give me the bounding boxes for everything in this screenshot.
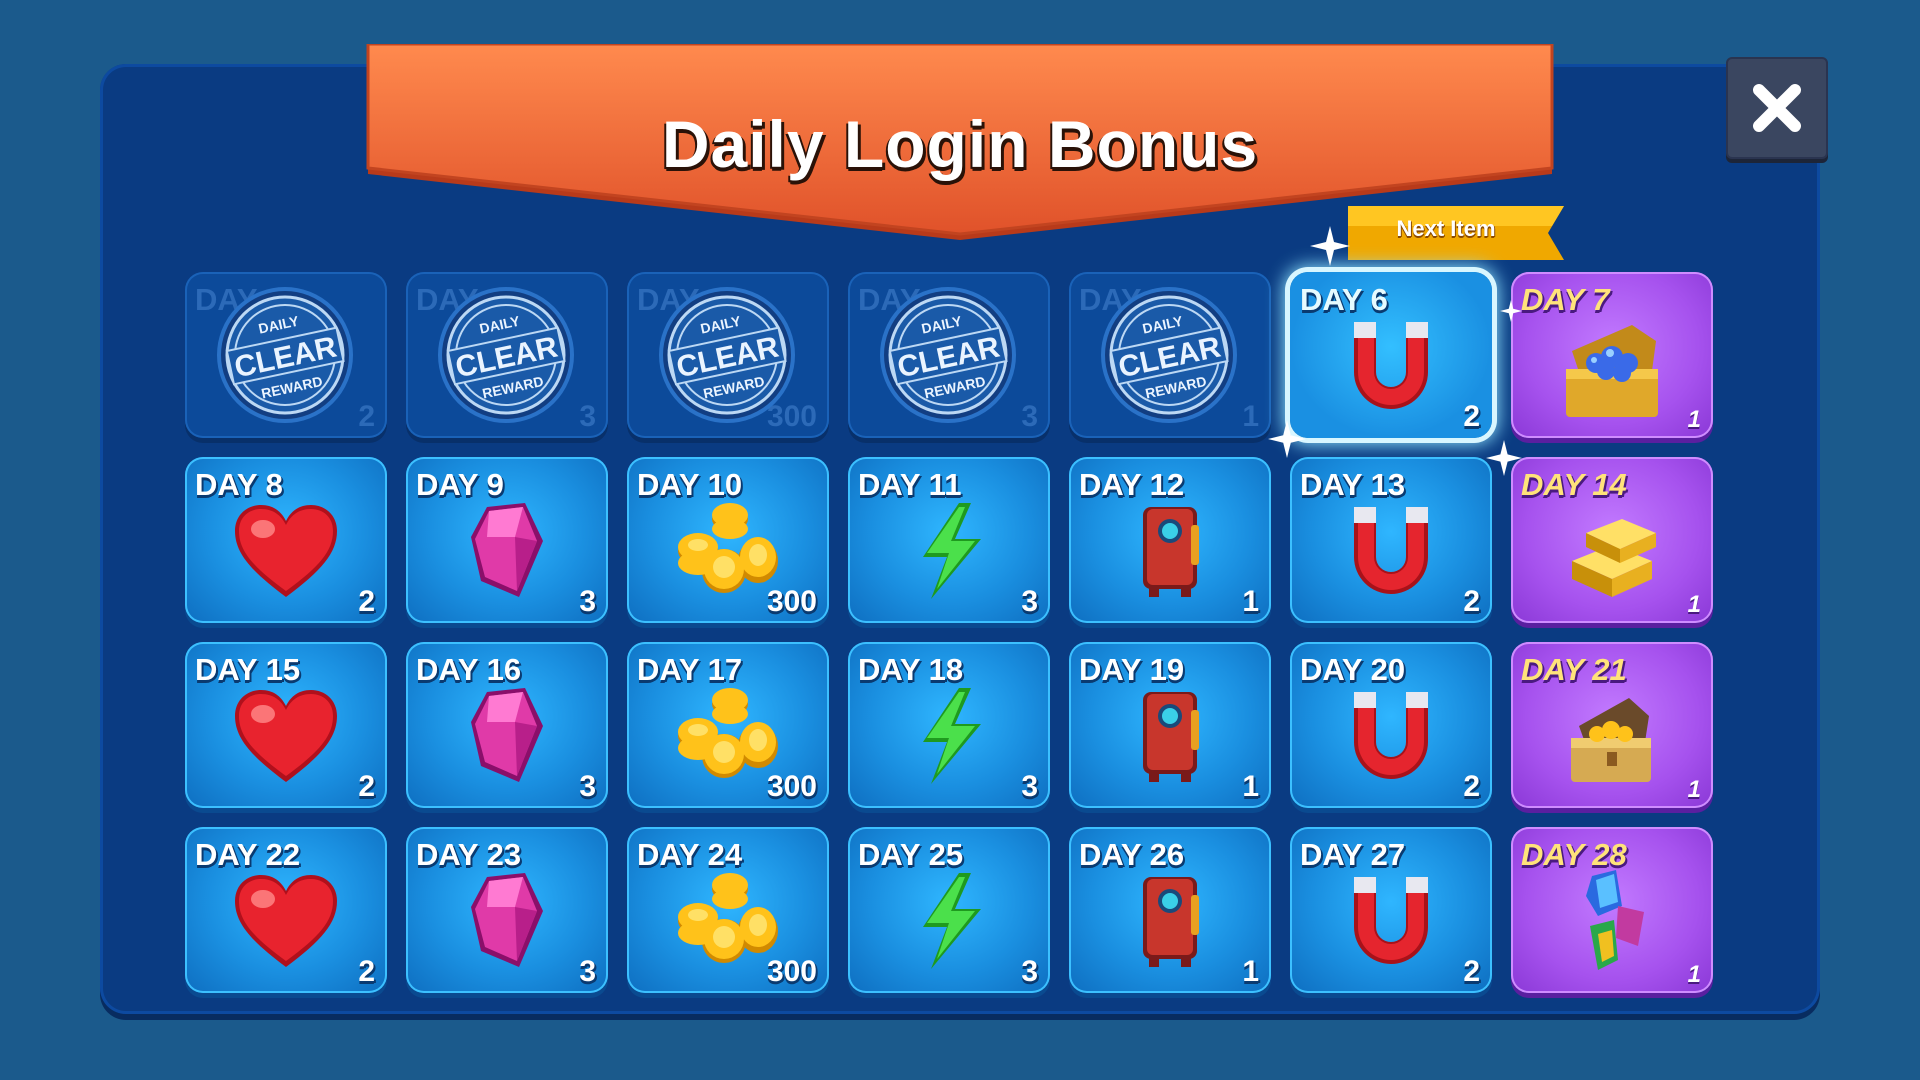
reward-quantity: 1 — [1242, 955, 1259, 988]
reward-cell-day-24[interactable]: DAY 24 300 — [627, 827, 829, 993]
gem-icon — [406, 642, 608, 808]
gold-chest-icon — [1511, 642, 1713, 808]
reward-cell-day-28[interactable]: DAY 28 1 — [1511, 827, 1713, 993]
reward-quantity: 2 — [358, 585, 375, 618]
reward-cell-day-9[interactable]: DAY 9 3 — [406, 457, 608, 623]
reward-quantity: 2 — [358, 400, 375, 433]
reward-quantity: 1 — [1687, 591, 1701, 618]
reward-cell-day-3[interactable]: DAY 3 300 CLEAR DAILY REWARD — [627, 272, 829, 438]
reward-quantity: 1 — [1687, 961, 1701, 988]
reward-grid: DAY 1 2 CLEAR DAILY REWARD DAY 2 3 CLEAR… — [185, 272, 1719, 993]
reward-quantity: 3 — [1021, 955, 1038, 988]
close-button[interactable] — [1726, 57, 1828, 159]
sparkle-icon — [1500, 300, 1522, 322]
booster-icon — [1069, 827, 1271, 993]
lightning-icon — [848, 827, 1050, 993]
reward-quantity: 3 — [1021, 770, 1038, 803]
reward-cell-day-21[interactable]: DAY 21 1 — [1511, 642, 1713, 808]
reward-quantity: 3 — [579, 955, 596, 988]
clear-reward-stamp: CLEAR DAILY REWARD — [438, 287, 574, 423]
reward-cell-day-23[interactable]: DAY 23 3 — [406, 827, 608, 993]
reward-cell-day-2[interactable]: DAY 2 3 CLEAR DAILY REWARD — [406, 272, 608, 438]
reward-quantity: 1 — [1687, 776, 1701, 803]
reward-cell-day-14[interactable]: DAY 14 1 — [1511, 457, 1713, 623]
gem-icon — [406, 827, 608, 993]
reward-quantity: 1 — [1687, 406, 1701, 433]
reward-quantity: 2 — [1463, 585, 1480, 618]
booster-icon — [1069, 642, 1271, 808]
gold-bars-icon — [1511, 457, 1713, 623]
sparkle-icon — [1486, 440, 1522, 476]
clear-reward-stamp: CLEAR DAILY REWARD — [880, 287, 1016, 423]
next-item-tag: Next Item — [1348, 206, 1564, 272]
reward-cell-day-25[interactable]: DAY 25 3 — [848, 827, 1050, 993]
reward-quantity: 3 — [1021, 585, 1038, 618]
crystals-icon — [1511, 827, 1713, 993]
reward-cell-day-22[interactable]: DAY 22 2 — [185, 827, 387, 993]
reward-cell-day-4[interactable]: DAY 4 3 CLEAR DAILY REWARD — [848, 272, 1050, 438]
reward-quantity: 2 — [358, 770, 375, 803]
reward-quantity: 1 — [1242, 400, 1259, 433]
reward-quantity: 2 — [1463, 770, 1480, 803]
heart-icon — [185, 827, 387, 993]
reward-cell-day-8[interactable]: DAY 8 2 — [185, 457, 387, 623]
reward-cell-day-18[interactable]: DAY 18 3 — [848, 642, 1050, 808]
reward-cell-day-17[interactable]: DAY 17 300 — [627, 642, 829, 808]
heart-icon — [185, 457, 387, 623]
reward-cell-day-1[interactable]: DAY 1 2 CLEAR DAILY REWARD — [185, 272, 387, 438]
close-icon — [1753, 84, 1801, 132]
reward-cell-day-15[interactable]: DAY 15 2 — [185, 642, 387, 808]
reward-quantity: 3 — [579, 400, 596, 433]
sparkle-icon — [1268, 420, 1306, 458]
lightning-icon — [848, 457, 1050, 623]
gem-icon — [406, 457, 608, 623]
reward-quantity: 3 — [579, 585, 596, 618]
magnet-icon — [1290, 272, 1492, 438]
gem-chest-icon — [1511, 272, 1713, 438]
reward-cell-day-20[interactable]: DAY 20 2 — [1290, 642, 1492, 808]
reward-quantity: 300 — [766, 770, 817, 803]
reward-cell-day-26[interactable]: DAY 26 1 — [1069, 827, 1271, 993]
magnet-icon — [1290, 827, 1492, 993]
reward-cell-day-16[interactable]: DAY 16 3 — [406, 642, 608, 808]
lightning-icon — [848, 642, 1050, 808]
page-title: Daily Login Bonus — [661, 107, 1259, 181]
reward-cell-day-27[interactable]: DAY 27 2 — [1290, 827, 1492, 993]
reward-quantity: 2 — [1463, 955, 1480, 988]
reward-quantity: 3 — [1021, 400, 1038, 433]
clear-reward-stamp: CLEAR DAILY REWARD — [659, 287, 795, 423]
magnet-icon — [1290, 642, 1492, 808]
reward-quantity: 2 — [358, 955, 375, 988]
reward-quantity: 2 — [1463, 400, 1480, 433]
heart-icon — [185, 642, 387, 808]
reward-quantity: 3 — [579, 770, 596, 803]
reward-quantity: 300 — [766, 585, 817, 618]
clear-reward-stamp: CLEAR DAILY REWARD — [1101, 287, 1237, 423]
next-item-label: Next Item — [1396, 216, 1496, 241]
reward-cell-day-5[interactable]: DAY 5 1 CLEAR DAILY REWARD — [1069, 272, 1271, 438]
reward-cell-day-6[interactable]: DAY 6 2 — [1290, 272, 1492, 438]
reward-cell-day-7[interactable]: DAY 7 1 — [1511, 272, 1713, 438]
reward-cell-day-13[interactable]: DAY 13 2 — [1290, 457, 1492, 623]
reward-quantity: 1 — [1242, 585, 1259, 618]
reward-cell-day-11[interactable]: DAY 11 3 — [848, 457, 1050, 623]
booster-icon — [1069, 457, 1271, 623]
magnet-icon — [1290, 457, 1492, 623]
reward-quantity: 1 — [1242, 770, 1259, 803]
reward-quantity: 300 — [766, 955, 817, 988]
reward-cell-day-12[interactable]: DAY 12 1 — [1069, 457, 1271, 623]
clear-reward-stamp: CLEAR DAILY REWARD — [217, 287, 353, 423]
sparkle-icon — [1310, 226, 1350, 266]
reward-cell-day-19[interactable]: DAY 19 1 — [1069, 642, 1271, 808]
reward-cell-day-10[interactable]: DAY 10 300 — [627, 457, 829, 623]
